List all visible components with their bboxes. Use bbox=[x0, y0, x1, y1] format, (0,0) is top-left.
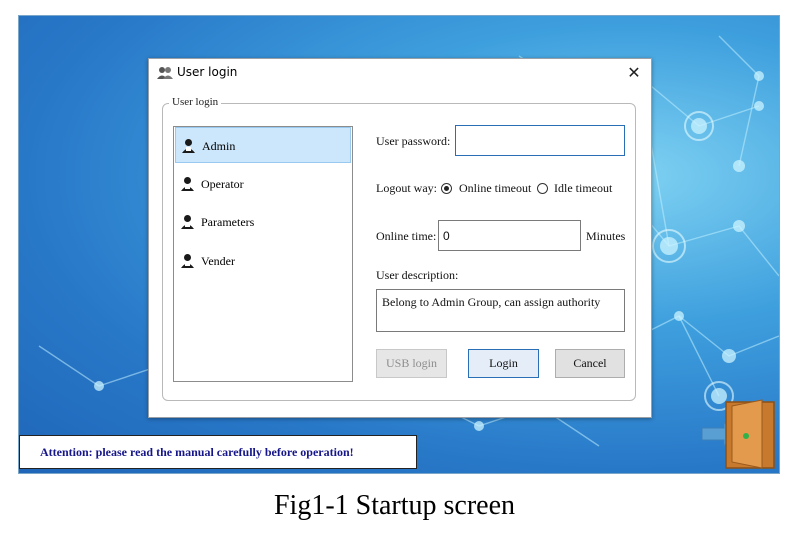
usb-login-button[interactable]: USB login bbox=[376, 349, 447, 378]
login-button[interactable]: Login bbox=[468, 349, 539, 378]
idle-timeout-label[interactable]: Idle timeout bbox=[554, 181, 612, 196]
online-time-input[interactable] bbox=[438, 220, 581, 251]
user-badge-icon bbox=[181, 215, 194, 229]
group-label: User login bbox=[169, 96, 222, 108]
attention-text: Attention: please read the manual carefu… bbox=[40, 445, 354, 459]
close-button[interactable]: ✕ bbox=[623, 62, 645, 84]
user-item-label: Parameters bbox=[201, 215, 255, 229]
idle-timeout-radio[interactable] bbox=[537, 183, 548, 194]
password-input[interactable] bbox=[455, 125, 625, 156]
user-list[interactable]: Admin Operator Parameters Vender bbox=[173, 126, 353, 382]
user-login-dialog: User login ✕ User login Admin Operator P… bbox=[148, 58, 652, 418]
logout-way-label: Logout way: bbox=[376, 181, 437, 195]
dialog-title: User login bbox=[177, 65, 238, 79]
user-description-label: User description: bbox=[376, 268, 459, 282]
user-item-vender[interactable]: Vender bbox=[175, 243, 351, 279]
dialog-titlebar[interactable]: User login ✕ bbox=[149, 59, 651, 87]
user-item-label: Vender bbox=[201, 254, 235, 268]
online-timeout-label[interactable]: Online timeout bbox=[459, 181, 531, 196]
user-badge-icon bbox=[181, 254, 194, 268]
minutes-unit-label: Minutes bbox=[586, 229, 626, 243]
password-label: User password: bbox=[376, 134, 451, 148]
online-time-label: Online time: bbox=[376, 229, 437, 243]
user-description-field[interactable]: Belong to Admin Group, can assign author… bbox=[376, 289, 625, 332]
attention-banner: Attention: please read the manual carefu… bbox=[19, 435, 417, 469]
user-item-parameters[interactable]: Parameters bbox=[175, 204, 351, 240]
user-item-operator[interactable]: Operator bbox=[175, 166, 351, 202]
figure-caption: Fig1-1 Startup screen bbox=[273, 490, 516, 521]
users-icon bbox=[157, 67, 173, 79]
close-icon: ✕ bbox=[627, 63, 641, 82]
user-item-admin[interactable]: Admin bbox=[175, 127, 351, 163]
user-badge-icon bbox=[181, 177, 194, 191]
user-item-label: Admin bbox=[202, 139, 236, 153]
user-item-label: Operator bbox=[201, 177, 244, 191]
exit-door-icon[interactable] bbox=[700, 398, 778, 470]
cancel-button[interactable]: Cancel bbox=[555, 349, 625, 378]
online-timeout-radio[interactable] bbox=[441, 183, 452, 194]
user-badge-icon bbox=[182, 139, 195, 153]
